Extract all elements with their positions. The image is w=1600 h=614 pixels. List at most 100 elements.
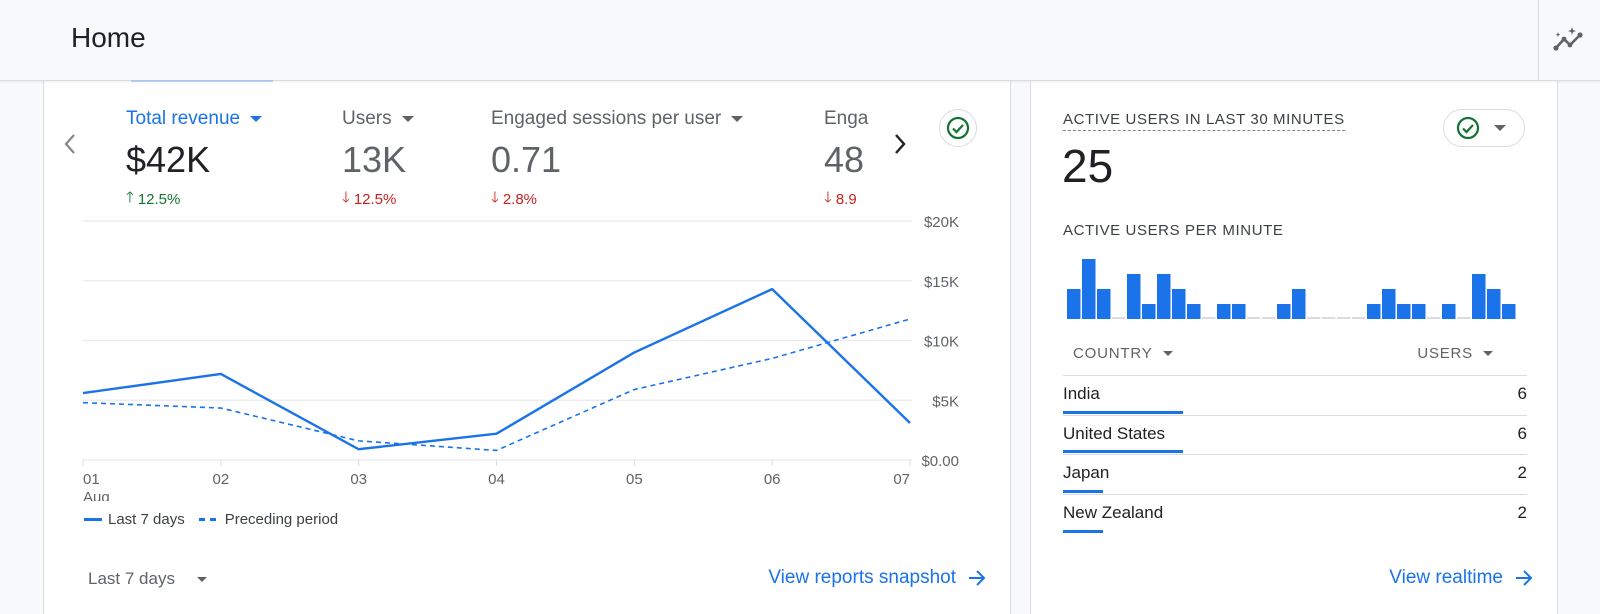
- per-minute-bar[interactable]: [1292, 289, 1306, 319]
- per-minute-bar[interactable]: [1457, 317, 1471, 319]
- y-tick-label: $15K: [924, 274, 959, 291]
- kpi-next-button[interactable]: [888, 129, 912, 159]
- caret-down-icon: [1162, 350, 1173, 356]
- kpi-value: 48: [824, 139, 865, 180]
- arrow-down-icon: 🡓: [824, 189, 832, 206]
- country-name: India: [1063, 384, 1100, 404]
- realtime-card: ACTIVE USERS IN LAST 30 MINUTES 25 ACTIV…: [1030, 81, 1558, 614]
- legend-label: Last 7 days: [108, 511, 185, 528]
- country-name: United States: [1063, 423, 1166, 443]
- per-minute-bar[interactable]: [1172, 289, 1186, 319]
- chart-legend: Last 7 days Preceding period: [84, 511, 346, 528]
- arrow-down-icon: 🡓: [342, 189, 350, 206]
- kpi-label-text: Enga: [824, 108, 869, 129]
- per-minute-bar[interactable]: [1502, 304, 1516, 319]
- y-tick-label: $10K: [924, 334, 959, 351]
- legend-dashed-swatch: [198, 518, 219, 521]
- kpi-value: $42K: [126, 139, 211, 180]
- per-minute-bar[interactable]: [1217, 304, 1231, 319]
- kpi-label: Engaged sessions per user: [491, 105, 744, 133]
- per-minute-bar[interactable]: [1337, 317, 1351, 319]
- country-table-header: COUNTRY USERS: [1063, 331, 1527, 376]
- y-tick-label: $0.00: [921, 453, 959, 470]
- kpi-delta: 🡓 12.5%: [342, 187, 414, 209]
- per-minute-bar-chart: [1067, 259, 1516, 319]
- check-circle-icon: [1456, 116, 1480, 140]
- x-tick-label: 06: [764, 471, 781, 488]
- per-minute-bar[interactable]: [1097, 289, 1111, 319]
- caret-down-icon: [250, 116, 263, 122]
- per-minute-bar[interactable]: [1262, 317, 1276, 319]
- per-minute-bar[interactable]: [1277, 304, 1291, 319]
- x-tick-label: 01: [83, 471, 100, 488]
- caret-down-icon: [1494, 125, 1506, 131]
- chevron-right-icon: [895, 134, 906, 154]
- country-users: 2: [1517, 503, 1527, 523]
- per-minute-label: ACTIVE USERS PER MINUTE: [1063, 222, 1284, 239]
- date-range-dropdown[interactable]: Last 7 days: [88, 569, 207, 589]
- kpi-label-text: Users: [342, 108, 392, 129]
- realtime-title[interactable]: ACTIVE USERS IN LAST 30 MINUTES: [1063, 111, 1345, 131]
- arrow-down-icon: 🡓: [491, 189, 499, 206]
- legend-item-previous: Preceding period: [198, 511, 338, 528]
- date-range-label: Last 7 days: [88, 569, 175, 588]
- per-minute-bar[interactable]: [1187, 304, 1201, 319]
- line-chart-svg: $0.00 $5K $10K $15K $20K 01Aug 02 03 04 05 06 07: [82, 214, 959, 501]
- per-minute-bar[interactable]: [1067, 289, 1081, 319]
- insights-button[interactable]: [1550, 22, 1588, 60]
- per-minute-bar[interactable]: [1157, 274, 1171, 319]
- per-minute-bar[interactable]: [1232, 304, 1246, 319]
- x-tick-sublabel: Aug: [83, 489, 110, 501]
- realtime-status-dropdown[interactable]: [1443, 109, 1525, 147]
- country-name: New Zealand: [1063, 503, 1164, 523]
- per-minute-bar[interactable]: [1307, 317, 1321, 319]
- country-share-bar: [1063, 530, 1103, 533]
- per-minute-bar[interactable]: [1142, 304, 1156, 319]
- kpi-prev-button[interactable]: [58, 129, 82, 159]
- kpi-engagement-truncated[interactable]: Enga 48 🡓 8.9: [824, 105, 868, 209]
- per-minute-bar[interactable]: [1202, 317, 1216, 319]
- kpi-label: Total revenue: [126, 105, 263, 133]
- sort-users-button[interactable]: USERS: [1407, 345, 1503, 362]
- series-line-last-7-days: [82, 287, 911, 451]
- arrow-right-icon: [969, 570, 986, 586]
- per-minute-bar[interactable]: [1247, 317, 1261, 319]
- per-minute-bar[interactable]: [1082, 259, 1096, 319]
- view-reports-snapshot-link[interactable]: View reports snapshot: [768, 567, 986, 589]
- x-tick-label: 02: [212, 471, 229, 488]
- revenue-line-chart: $0.00 $5K $10K $15K $20K 01 Aug 02 03 04 05 06 07: [44, 211, 1012, 501]
- per-minute-bar[interactable]: [1412, 304, 1426, 319]
- country-row[interactable]: United States 6: [1063, 416, 1527, 455]
- y-tick-label: $5K: [932, 393, 959, 410]
- per-minute-bar[interactable]: [1397, 304, 1411, 319]
- per-minute-bar[interactable]: [1322, 317, 1336, 319]
- kpi-users[interactable]: Users 13K 🡓 12.5%: [342, 105, 414, 209]
- arrow-right-icon: [1516, 570, 1533, 586]
- per-minute-bar[interactable]: [1472, 274, 1486, 319]
- kpi-engaged-sessions[interactable]: Engaged sessions per user 0.71 🡓 2.8%: [491, 105, 744, 209]
- per-minute-bar[interactable]: [1487, 289, 1501, 319]
- country-row[interactable]: New Zealand 2: [1063, 495, 1527, 535]
- country-row[interactable]: India 6: [1063, 376, 1527, 416]
- per-minute-bar[interactable]: [1382, 289, 1396, 319]
- per-minute-bar[interactable]: [1112, 317, 1126, 319]
- country-share-bar: [1063, 410, 1183, 414]
- page-header: Home: [0, 0, 1600, 81]
- sort-country-button[interactable]: COUNTRY: [1063, 345, 1183, 362]
- kpi-delta-text: 12.5%: [137, 191, 181, 208]
- per-minute-bar[interactable]: [1427, 317, 1441, 319]
- view-realtime-link[interactable]: View realtime: [1389, 567, 1533, 589]
- x-tick-label: 05: [626, 471, 643, 488]
- per-minute-bar[interactable]: [1367, 304, 1381, 319]
- caret-down-icon: [1483, 350, 1493, 356]
- x-tick-label: 03: [350, 471, 367, 488]
- per-minute-bar[interactable]: [1442, 304, 1456, 319]
- data-quality-status-button[interactable]: [939, 109, 977, 147]
- per-minute-bar[interactable]: [1127, 274, 1141, 319]
- country-share-bar: [1063, 489, 1103, 493]
- chevron-left-icon: [64, 134, 75, 154]
- kpi-total-revenue[interactable]: Total revenue $42K 🡑 12.5%: [126, 105, 263, 209]
- per-minute-bar[interactable]: [1352, 317, 1366, 319]
- link-label: View reports snapshot: [768, 567, 956, 588]
- country-row[interactable]: Japan 2: [1063, 455, 1527, 495]
